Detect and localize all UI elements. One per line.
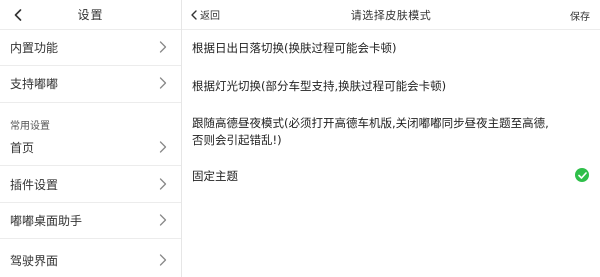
divider: [0, 102, 181, 103]
settings-sidebar: 设置 内置功能 支持嘟嘟 常用设置 首页 插件设置 嘟嘟桌面助手 驾驶界面: [0, 0, 182, 277]
skin-option-fixed-theme[interactable]: 固定主题: [182, 158, 600, 194]
option-label: 根据灯光切换(部分车型支持,换肤过程可能会卡顿): [192, 79, 447, 93]
sidebar-item-label: 内置功能: [10, 40, 59, 55]
sidebar-item-label: 驾驶界面: [10, 253, 59, 268]
sidebar-item-builtin-features[interactable]: 内置功能: [0, 30, 181, 64]
back-icon[interactable]: [10, 6, 26, 24]
chevron-right-icon: [159, 77, 167, 89]
skin-option-sunrise-sunset[interactable]: 根据日出日落切换(换肤过程可能会卡顿): [182, 30, 600, 70]
sidebar-item-desktop-assistant[interactable]: 嘟嘟桌面助手: [0, 203, 181, 237]
sidebar-item-label: 支持嘟嘟: [10, 76, 59, 91]
settings-header: 设置: [0, 0, 181, 30]
chevron-right-icon: [159, 214, 167, 226]
divider: [0, 238, 181, 239]
back-button-label: 返回: [200, 11, 220, 22]
checkmark-icon: [575, 168, 589, 182]
sidebar-item-support[interactable]: 支持嘟嘟: [0, 66, 181, 100]
back-button[interactable]: 返回: [191, 7, 220, 22]
chevron-right-icon: [159, 178, 167, 190]
chevron-right-icon: [159, 141, 167, 153]
sidebar-item-label: 嘟嘟桌面助手: [10, 213, 83, 228]
sidebar-item-home[interactable]: 首页: [0, 130, 181, 164]
option-label: 根据日出日落切换(换肤过程可能会卡顿): [192, 41, 397, 55]
sidebar-item-label: 插件设置: [10, 177, 59, 192]
chevron-right-icon: [159, 41, 167, 53]
sidebar-item-plugin-settings[interactable]: 插件设置: [0, 167, 181, 201]
sidebar-item-label: 首页: [10, 140, 35, 155]
option-label: 固定主题: [192, 169, 238, 183]
app-window: 设置 内置功能 支持嘟嘟 常用设置 首页 插件设置 嘟嘟桌面助手 驾驶界面 返回…: [0, 0, 600, 277]
sidebar-item-driving-ui[interactable]: 驾驶界面: [0, 243, 181, 277]
skin-option-amap-day-night[interactable]: 跟随高德昼夜模式(必须打开高德车机版,关闭嘟嘟同步昼夜主题至高德,否则会引起错乱…: [182, 110, 600, 158]
skin-mode-header: 返回 请选择皮肤模式 保存: [182, 0, 600, 30]
divider: [0, 165, 181, 166]
page-title: 请选择皮肤模式: [350, 8, 432, 22]
skin-option-lights[interactable]: 根据灯光切换(部分车型支持,换肤过程可能会卡顿): [182, 70, 600, 110]
chevron-left-icon: [191, 9, 197, 20]
skin-mode-panel: 返回 请选择皮肤模式 保存 根据日出日落切换(换肤过程可能会卡顿) 根据灯光切换…: [182, 0, 600, 277]
settings-title: 设置: [77, 8, 104, 22]
option-label: 跟随高德昼夜模式(必须打开高德车机版,关闭嘟嘟同步昼夜主题至高德,否则会引起错乱…: [192, 116, 549, 147]
save-button[interactable]: 保存: [570, 8, 590, 23]
chevron-right-icon: [159, 254, 167, 266]
